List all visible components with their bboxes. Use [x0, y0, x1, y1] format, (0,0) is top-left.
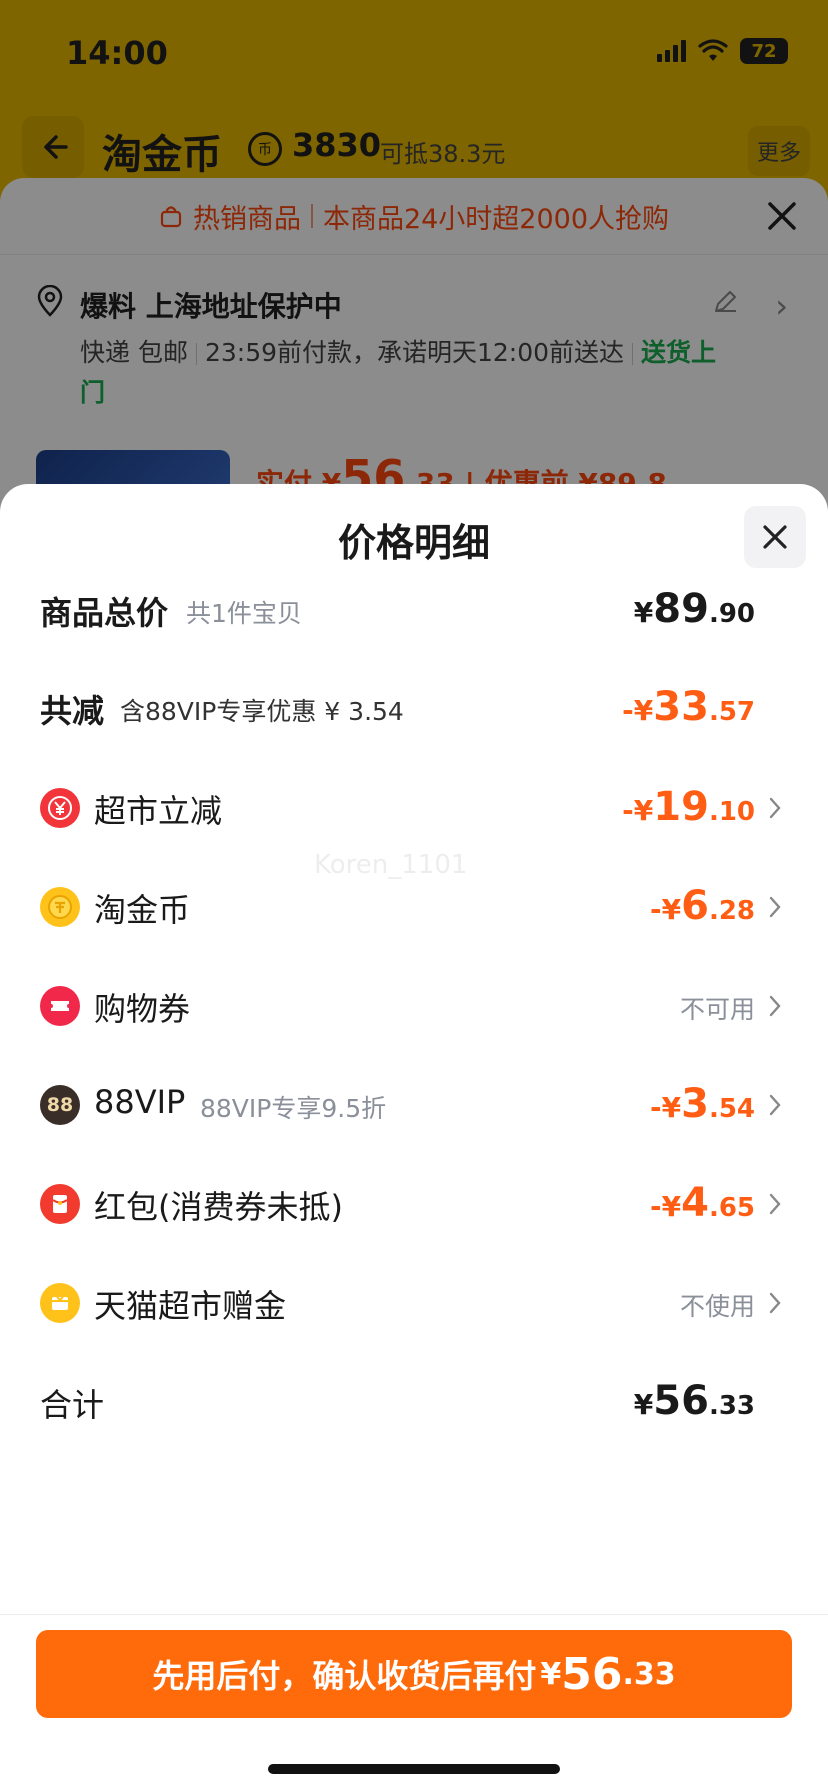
amount-int: 56 — [653, 1378, 709, 1424]
row-tmall-bonus[interactable]: 天猫超市赠金 不使用 — [0, 1273, 828, 1333]
amount-dec: .33 — [708, 1391, 755, 1421]
row-red-packet[interactable]: 红包(消费券未抵) -¥ 4.65 — [0, 1174, 828, 1234]
bottom-divider — [0, 1614, 828, 1615]
amount-int: 19 — [653, 784, 709, 830]
chevron-right-icon — [769, 1193, 781, 1215]
chevron-right-icon — [769, 1292, 781, 1314]
coupon-icon — [40, 986, 80, 1026]
row-label: 商品总价 — [40, 594, 169, 632]
amount-yen: ¥ — [633, 1388, 654, 1421]
amount-yen: -¥ — [649, 1190, 682, 1223]
row-sub: 88VIP专享9.5折 — [200, 1094, 387, 1123]
amount-int: 3 — [681, 1081, 709, 1127]
vip-icon: 88 — [40, 1085, 80, 1125]
close-icon — [763, 525, 787, 549]
discount-icon — [40, 788, 80, 828]
row-label: 超市立减 — [94, 792, 223, 830]
pay-yen: ¥ — [540, 1656, 562, 1692]
row-supermarket-discount[interactable]: 超市立减 -¥ 19.10 — [0, 778, 828, 838]
row-grand-total: 合计 ¥56.33 — [0, 1372, 828, 1432]
chevron-right-icon — [769, 1094, 781, 1116]
row-status: 不使用 — [679, 1292, 755, 1321]
amount-dec: .10 — [708, 797, 755, 827]
price-detail-sheet: 价格明细 Koren_1101 商品总价 共1件宝贝 ¥89.90 共减 含88… — [0, 484, 828, 1792]
coin-icon — [40, 887, 80, 927]
pay-dec: .33 — [622, 1656, 676, 1692]
row-shopping-coupon[interactable]: 购物券 不可用 — [0, 976, 828, 1036]
pay-later-button[interactable]: 先用后付，确认收货后再付 ¥ 56 .33 — [36, 1630, 792, 1718]
watermark: Koren_1101 — [314, 850, 468, 880]
chevron-right-icon — [769, 797, 781, 819]
row-total-price: 商品总价 共1件宝贝 ¥89.90 — [0, 580, 828, 640]
row-label: 合计 — [40, 1386, 105, 1424]
row-taojinbi[interactable]: 淘金币 -¥ 6.28 — [0, 877, 828, 937]
row-label: 红包(消费券未抵) — [94, 1188, 343, 1226]
amount-dec: .65 — [708, 1193, 755, 1223]
row-sub: 含88VIP专享优惠 ¥ 3.54 — [120, 697, 404, 726]
amount-yen: -¥ — [649, 893, 682, 926]
pay-button-text: 先用后付，确认收货后再付 — [152, 1657, 537, 1695]
row-label: 88VIP — [94, 1083, 186, 1121]
row-amount: -¥ 3.54 — [650, 1081, 755, 1127]
amount-yen: -¥ — [649, 1091, 682, 1124]
amount-dec: .54 — [708, 1094, 755, 1124]
row-label: 天猫超市赠金 — [94, 1287, 287, 1325]
row-sub: 共1件宝贝 — [186, 599, 302, 628]
row-label: 共减 — [40, 692, 105, 730]
amount-int: 33 — [653, 684, 709, 730]
red-packet-icon — [40, 1184, 80, 1224]
amount-int: 89 — [653, 586, 709, 632]
row-amount: ¥89.90 — [634, 586, 755, 632]
row-amount: -¥ 4.65 — [650, 1180, 755, 1226]
row-label: 购物券 — [94, 990, 191, 1028]
amount-dec: .90 — [708, 599, 755, 629]
row-status: 不可用 — [679, 995, 755, 1024]
row-amount: -¥ 19.10 — [622, 784, 755, 830]
close-button[interactable] — [744, 506, 806, 568]
row-amount: ¥56.33 — [634, 1378, 755, 1424]
amount-yen: -¥ — [622, 794, 654, 827]
gift-card-icon — [40, 1283, 80, 1323]
amount-dec: .57 — [708, 697, 755, 727]
row-88vip[interactable]: 88 88VIP 88VIP专享9.5折 -¥ 3.54 — [0, 1075, 828, 1135]
amount-yen: -¥ — [622, 694, 654, 727]
pay-int: 56 — [561, 1648, 623, 1700]
amount-dec: .28 — [708, 896, 755, 926]
chevron-right-icon — [769, 995, 781, 1017]
home-indicator[interactable] — [268, 1764, 560, 1774]
amount-int: 6 — [681, 883, 709, 929]
amount-yen: ¥ — [633, 596, 654, 629]
row-total-discount: 共减 含88VIP专享优惠 ¥ 3.54 -¥ 33.57 — [0, 678, 828, 738]
amount-int: 4 — [681, 1180, 709, 1226]
row-label: 淘金币 — [94, 891, 191, 929]
row-amount: -¥ 6.28 — [650, 883, 755, 929]
chevron-right-icon — [769, 896, 781, 918]
sheet-title: 价格明细 — [337, 521, 490, 565]
row-amount: -¥ 33.57 — [622, 684, 755, 730]
